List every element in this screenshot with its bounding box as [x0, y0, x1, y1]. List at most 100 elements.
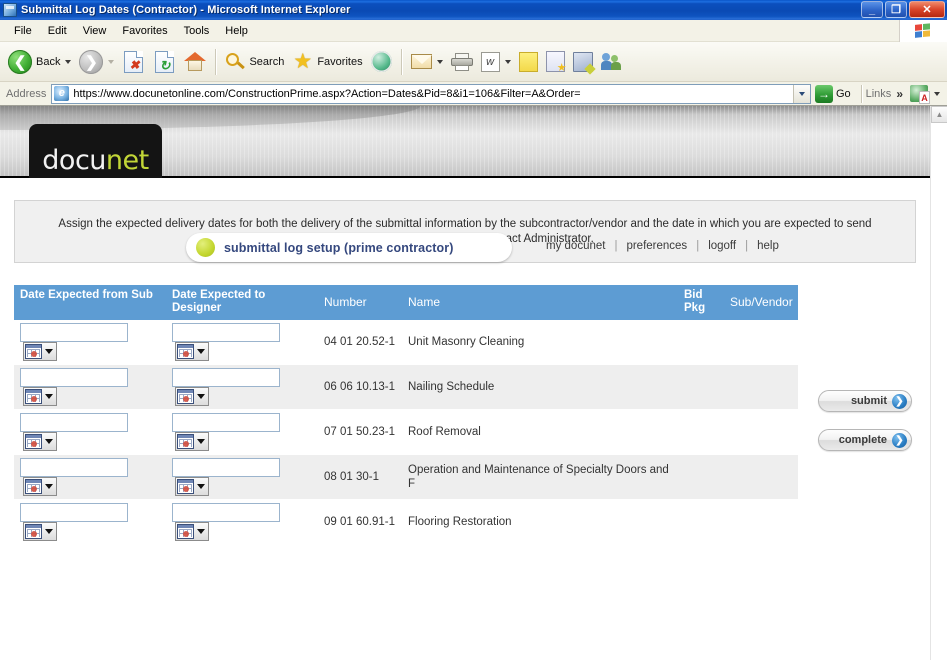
- nav-link-my-docunet[interactable]: my docunet: [537, 240, 614, 252]
- calendar-dropdown-caret-icon[interactable]: [197, 394, 205, 399]
- date-expected-from-sub-calendar-button[interactable]: [23, 342, 57, 361]
- submit-arrow-icon: ❯: [892, 393, 907, 409]
- scrollbar-track[interactable]: [931, 123, 947, 660]
- pdf-toolbar-icon[interactable]: [910, 85, 930, 104]
- address-input[interactable]: https://www.docunetonline.com/Constructi…: [51, 83, 811, 104]
- date-expected-from-sub-cell: [14, 409, 166, 455]
- home-button[interactable]: [180, 45, 210, 79]
- people-button[interactable]: [597, 45, 626, 79]
- pdf-dropdown-caret-icon[interactable]: [934, 91, 940, 96]
- nav-link-logoff[interactable]: logoff: [699, 240, 745, 252]
- ie-window-icon: [3, 3, 17, 17]
- stop-button[interactable]: ✖: [118, 45, 149, 79]
- page-title-pill: submittal log setup (prime contractor): [186, 233, 512, 262]
- date-expected-to-designer-input[interactable]: [172, 368, 280, 387]
- date-expected-to-designer-calendar-button[interactable]: [175, 342, 209, 361]
- action-buttons: submit ❯ complete ❯: [818, 390, 914, 468]
- forward-dropdown-caret-icon[interactable]: [108, 59, 115, 64]
- forward-button[interactable]: ❯: [75, 45, 118, 79]
- restore-button[interactable]: ❐: [885, 1, 907, 18]
- menu-item-favorites[interactable]: Favorites: [114, 23, 175, 39]
- date-expected-to-designer-input[interactable]: [172, 413, 280, 432]
- column-header-number[interactable]: Number: [318, 285, 402, 320]
- mail-button[interactable]: [407, 45, 447, 79]
- print-button[interactable]: [447, 45, 477, 79]
- submit-button[interactable]: submit ❯: [818, 390, 912, 412]
- date-expected-from-sub-input[interactable]: [20, 323, 128, 342]
- research-button[interactable]: [569, 45, 597, 79]
- address-history-dropdown[interactable]: [792, 84, 810, 103]
- date-expected-to-designer-calendar-button[interactable]: [175, 387, 209, 406]
- submittal-table-wrapper: Date Expected from Sub Date Expected to …: [14, 285, 798, 545]
- menu-item-help[interactable]: Help: [217, 23, 256, 39]
- table-row: 08 01 30-1 Operation and Maintenance of S…: [14, 454, 798, 500]
- docunet-logo[interactable]: docunet: [29, 124, 162, 178]
- search-button-label: Search: [249, 55, 285, 68]
- discuss-button[interactable]: [515, 45, 542, 79]
- date-expected-from-sub-calendar-button[interactable]: [23, 387, 57, 406]
- go-button[interactable]: → Go: [811, 84, 857, 103]
- logo-text-accent: net: [105, 145, 149, 176]
- back-button[interactable]: ❮ Back: [4, 45, 75, 79]
- media-button[interactable]: [367, 45, 396, 79]
- bid-pkg-cell: [678, 320, 724, 365]
- column-header-name[interactable]: Name: [402, 285, 678, 320]
- nav-link-preferences[interactable]: preferences: [617, 240, 696, 252]
- messenger-button[interactable]: [542, 45, 569, 79]
- links-chevron-icon[interactable]: »: [896, 87, 903, 101]
- date-expected-from-sub-calendar-button[interactable]: [23, 477, 57, 496]
- edit-word-button[interactable]: w: [477, 45, 515, 79]
- menu-item-edit[interactable]: Edit: [40, 23, 75, 39]
- date-expected-to-designer-calendar-button[interactable]: [175, 522, 209, 541]
- column-header-date-from-sub[interactable]: Date Expected from Sub: [14, 285, 166, 320]
- menu-item-file[interactable]: File: [6, 23, 40, 39]
- mail-dropdown-caret-icon[interactable]: [436, 59, 443, 64]
- date-expected-from-sub-cell: [14, 320, 166, 365]
- date-expected-to-designer-input[interactable]: [172, 323, 280, 342]
- back-dropdown-caret-icon[interactable]: [65, 59, 72, 64]
- close-button[interactable]: ✕: [909, 1, 945, 18]
- calendar-dropdown-caret-icon[interactable]: [197, 439, 205, 444]
- refresh-button[interactable]: ↻: [149, 45, 180, 79]
- bid-pkg-cell: [678, 364, 724, 410]
- column-header-date-to-designer[interactable]: Date Expected to Designer: [166, 285, 318, 320]
- column-header-bid-pkg[interactable]: Bid Pkg: [678, 285, 724, 320]
- address-separator: [860, 84, 862, 103]
- search-button[interactable]: Search: [221, 45, 288, 79]
- nav-link-help[interactable]: help: [748, 240, 788, 252]
- menu-item-tools[interactable]: Tools: [176, 23, 218, 39]
- date-expected-to-designer-input[interactable]: [172, 458, 280, 477]
- sub-vendor-cell: [724, 454, 798, 500]
- calendar-dropdown-caret-icon[interactable]: [45, 349, 53, 354]
- table-row: 07 01 50.23-1 Roof Removal: [14, 409, 798, 455]
- date-expected-to-designer-input[interactable]: [172, 503, 280, 522]
- date-expected-from-sub-input[interactable]: [20, 368, 128, 387]
- date-expected-from-sub-input[interactable]: [20, 458, 128, 477]
- star-icon: ★: [293, 50, 313, 73]
- favorites-button[interactable]: ★ Favorites: [288, 45, 366, 79]
- calendar-icon: [177, 479, 194, 494]
- edit-dropdown-caret-icon[interactable]: [504, 59, 511, 64]
- minimize-button[interactable]: _: [861, 1, 883, 18]
- date-expected-to-designer-calendar-button[interactable]: [175, 477, 209, 496]
- scrollbar-up-button[interactable]: ▲: [931, 106, 947, 123]
- calendar-dropdown-caret-icon[interactable]: [197, 484, 205, 489]
- calendar-dropdown-caret-icon[interactable]: [45, 484, 53, 489]
- date-expected-from-sub-input[interactable]: [20, 503, 128, 522]
- submittal-number-cell: 07 01 50.23-1: [318, 409, 402, 455]
- complete-button[interactable]: complete ❯: [818, 429, 912, 451]
- calendar-dropdown-caret-icon[interactable]: [197, 529, 205, 534]
- menu-item-view[interactable]: View: [75, 23, 115, 39]
- date-expected-to-designer-calendar-button[interactable]: [175, 432, 209, 451]
- date-expected-from-sub-input[interactable]: [20, 413, 128, 432]
- date-expected-from-sub-calendar-button[interactable]: [23, 522, 57, 541]
- links-bar[interactable]: Links »: [866, 85, 944, 104]
- calendar-dropdown-caret-icon[interactable]: [197, 349, 205, 354]
- calendar-dropdown-caret-icon[interactable]: [45, 394, 53, 399]
- calendar-dropdown-caret-icon[interactable]: [45, 529, 53, 534]
- submittal-name-cell: Flooring Restoration: [402, 499, 678, 545]
- column-header-sub-vendor[interactable]: Sub/Vendor: [724, 285, 798, 320]
- page-scrollbar[interactable]: ▲: [930, 106, 947, 660]
- calendar-dropdown-caret-icon[interactable]: [45, 439, 53, 444]
- date-expected-from-sub-calendar-button[interactable]: [23, 432, 57, 451]
